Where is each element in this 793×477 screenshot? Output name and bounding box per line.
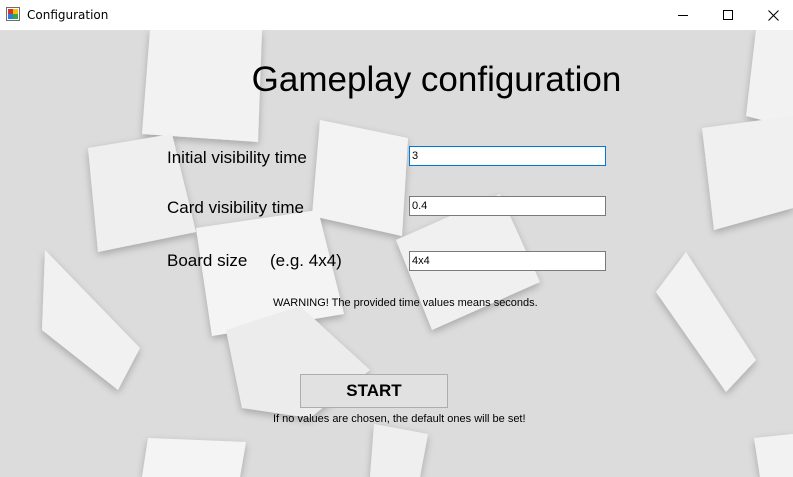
start-button[interactable]: START (300, 374, 448, 408)
close-button[interactable] (750, 0, 793, 30)
initial-visibility-label: Initial visibility time (167, 148, 307, 167)
warning-text: WARNING! The provided time values means … (273, 297, 538, 309)
maximize-button[interactable] (705, 0, 751, 30)
board-size-hint: (e.g. 4x4) (270, 251, 342, 270)
minimize-icon (678, 15, 688, 16)
form-client-area: Gameplay configuration Initial visibilit… (0, 30, 793, 477)
title-bar: Configuration (0, 0, 793, 30)
default-values-note: If no values are chosen, the default one… (273, 413, 526, 425)
card-visibility-input[interactable] (409, 196, 606, 216)
maximize-icon (723, 10, 733, 20)
card-visibility-label: Card visibility time (167, 198, 304, 217)
board-size-label: Board size (167, 251, 248, 270)
close-icon (767, 9, 779, 21)
window-title: Configuration (27, 8, 109, 22)
initial-visibility-input[interactable] (409, 146, 606, 166)
page-title: Gameplay configuration (251, 60, 622, 99)
app-icon (6, 7, 20, 21)
minimize-button[interactable] (660, 0, 706, 30)
board-size-input[interactable] (409, 251, 606, 271)
